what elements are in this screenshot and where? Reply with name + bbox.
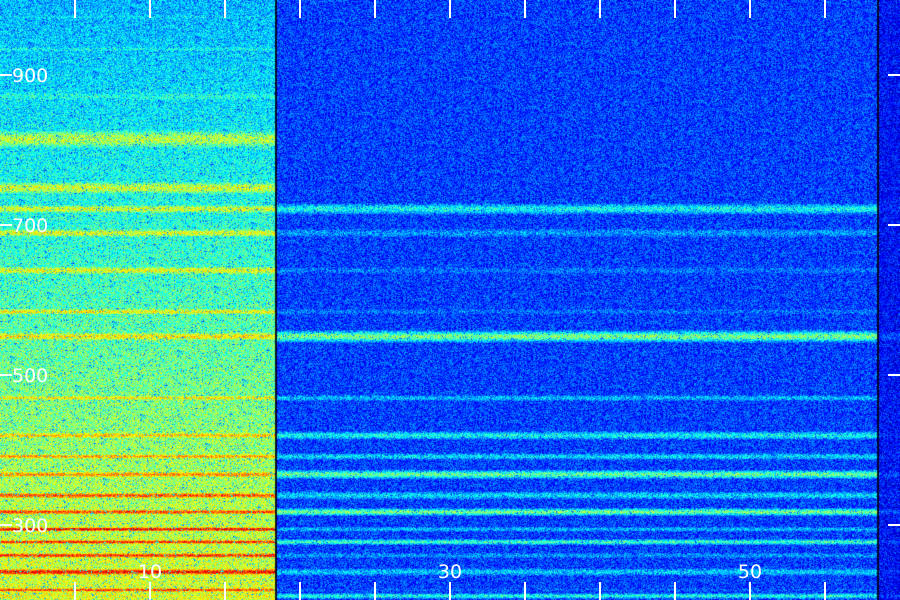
y-tick-label: 500: [12, 365, 48, 387]
y-axis-labels: 900 700 500 300: [12, 65, 48, 537]
y-tick-label: 900: [12, 65, 48, 87]
y-axis-ticks: [0, 74, 900, 526]
y-tick-label: 700: [12, 215, 48, 237]
spectrogram-axes: 10 30 50 900 700 500 300: [0, 0, 900, 600]
x-axis-labels: 10 30 50: [138, 561, 762, 583]
x-tick-label: 30: [438, 561, 462, 583]
x-tick-label: 50: [738, 561, 762, 583]
x-tick-label: 10: [138, 561, 162, 583]
x-axis-bottom-ticks: [74, 582, 826, 600]
y-tick-label: 300: [12, 515, 48, 537]
x-axis-top-ticks: [74, 0, 826, 18]
